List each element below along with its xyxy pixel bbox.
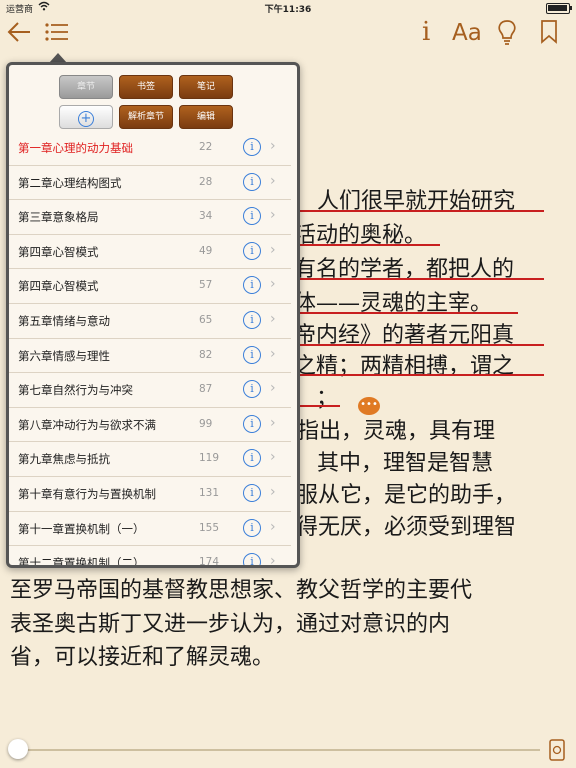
info-icon[interactable]: i — [243, 345, 261, 364]
text-line: 其中，理智是智慧 — [317, 451, 494, 476]
popover-actions: + 解析章节 编辑 — [9, 105, 291, 129]
tab-bookmarks[interactable]: 书签 — [119, 75, 173, 99]
popover-tabs: 章节 书签 笔记 — [9, 75, 291, 99]
chapter-page: 174 — [199, 556, 220, 568]
chapter-title: 第四章心智模式 — [18, 244, 99, 259]
info-icon[interactable]: i — [243, 449, 261, 468]
text-line: 表圣奥古斯丁又进一步认为，通过对意识的内 — [10, 612, 451, 637]
chevron-right-icon: › — [270, 449, 276, 466]
chapter-title: 第三章意象格局 — [18, 210, 99, 225]
chevron-right-icon: › — [270, 241, 276, 258]
chapter-page: 155 — [199, 521, 220, 534]
chapter-page: 65 — [199, 313, 213, 326]
info-icon[interactable]: i — [243, 310, 261, 329]
chapter-page: 57 — [199, 279, 213, 292]
page-turn-icon[interactable] — [548, 739, 566, 765]
highlight-underline — [294, 312, 518, 314]
chevron-right-icon: › — [270, 345, 276, 362]
info-icon[interactable]: i — [243, 483, 261, 502]
chevron-right-icon: › — [270, 138, 276, 154]
chapter-page: 82 — [199, 348, 213, 361]
chapter-page: 28 — [199, 175, 213, 188]
chevron-right-icon: › — [270, 310, 276, 327]
info-icon[interactable]: i — [243, 553, 261, 565]
chapter-row[interactable]: 第十章有意行为与置换机制 131 i › — [9, 477, 291, 512]
edit-button[interactable]: 编辑 — [179, 105, 233, 129]
chapter-title: 第八章冲动行为与欲求不满 — [18, 417, 156, 432]
chevron-right-icon: › — [270, 276, 276, 293]
chapter-title: 第七章自然行为与冲突 — [18, 383, 133, 398]
info-icon[interactable]: i — [243, 138, 261, 156]
chapter-row[interactable]: 第三章意象格局 34 i › — [9, 200, 291, 235]
chapter-row[interactable]: 第八章冲动行为与欲求不满 99 i › — [9, 408, 291, 443]
chapter-row[interactable]: 第七章自然行为与冲突 87 i › — [9, 373, 291, 408]
text-line: 省，可以接近和了解灵魂。 — [10, 645, 275, 670]
progress-slider-thumb[interactable] — [8, 739, 28, 759]
chapter-page: 131 — [199, 486, 220, 499]
highlight-underline — [294, 374, 544, 376]
chapter-page: 119 — [199, 452, 220, 465]
text-line: 服从它，是它的助手， — [296, 483, 517, 508]
chapter-title: 第九章焦虑与抵抗 — [18, 452, 110, 467]
chapter-row[interactable]: 第四章心智模式 49 i › — [9, 235, 291, 270]
tab-chapters[interactable]: 章节 — [59, 75, 113, 99]
plus-icon: + — [78, 111, 94, 127]
chevron-right-icon: › — [270, 207, 276, 224]
chapter-row[interactable]: 第六章情感与理性 82 i › — [9, 339, 291, 374]
chapter-title: 第十二章置换机制（二） — [18, 556, 145, 568]
chapter-page: 49 — [199, 244, 213, 257]
chevron-right-icon: › — [270, 414, 276, 431]
chapter-row[interactable]: 第九章焦虑与抵抗 119 i › — [9, 442, 291, 477]
chapter-title: 第六章情感与理性 — [18, 348, 110, 363]
chevron-right-icon: › — [270, 483, 276, 500]
highlight-underline — [294, 210, 544, 212]
chapter-title: 第四章心智模式 — [18, 279, 99, 294]
chapter-title: 第二章心理结构图式 — [18, 175, 122, 190]
chevron-right-icon: › — [270, 553, 276, 568]
chapter-title: 第十章有意行为与置换机制 — [18, 486, 156, 501]
chapter-page: 34 — [199, 210, 213, 223]
chapter-row[interactable]: 第十一章置换机制（一） 155 i › — [9, 512, 291, 547]
chevron-right-icon: › — [270, 518, 276, 535]
add-button[interactable]: + — [59, 105, 113, 129]
chapter-row[interactable]: 第四章心智模式 57 i › — [9, 269, 291, 304]
chapter-list: 第一章心理的动力基础 22 i › 第二章心理结构图式 28 i › 第三章意象… — [9, 131, 291, 568]
tab-notes[interactable]: 笔记 — [179, 75, 233, 99]
chapter-row[interactable]: 第一章心理的动力基础 22 i › — [9, 131, 291, 166]
highlight-underline — [294, 278, 544, 280]
chapter-popover: 章节 书签 笔记 + 解析章节 编辑 第一章心理的动力基础 22 i › 第二章… — [6, 62, 300, 568]
parse-chapters-button[interactable]: 解析章节 — [119, 105, 173, 129]
highlight-underline — [294, 344, 544, 346]
info-icon[interactable]: i — [243, 172, 261, 191]
chapter-row[interactable]: 第二章心理结构图式 28 i › — [9, 166, 291, 201]
chapter-page: 22 — [199, 141, 213, 153]
chapter-page: 87 — [199, 383, 213, 396]
progress-slider-track[interactable] — [18, 749, 540, 751]
chapter-row[interactable]: 第五章情绪与意动 65 i › — [9, 304, 291, 339]
chevron-right-icon: › — [270, 172, 276, 189]
chapter-title: 第一章心理的动力基础 — [18, 141, 133, 155]
text-line: 指出，灵魂，具有理 — [297, 419, 496, 444]
info-icon[interactable]: i — [243, 518, 261, 537]
info-icon[interactable]: i — [243, 414, 261, 433]
info-icon[interactable]: i — [243, 207, 261, 226]
highlight-underline — [294, 405, 340, 407]
chapter-title: 第十一章置换机制（一） — [18, 521, 145, 536]
highlight-underline — [294, 244, 440, 246]
chevron-right-icon: › — [270, 380, 276, 397]
text-line: 至罗马帝国的基督教思想家、教父哲学的主要代 — [10, 578, 473, 603]
chapter-title: 第五章情绪与意动 — [18, 313, 110, 328]
info-icon[interactable]: i — [243, 241, 261, 260]
info-icon[interactable]: i — [243, 276, 261, 295]
chapter-row[interactable]: 第十二章置换机制（二） 174 i › — [9, 546, 291, 568]
text-line: ； — [316, 386, 339, 411]
info-icon[interactable]: i — [243, 380, 261, 399]
text-line: 得无厌，必须受到理智 — [296, 515, 517, 540]
chapter-page: 99 — [199, 417, 213, 430]
